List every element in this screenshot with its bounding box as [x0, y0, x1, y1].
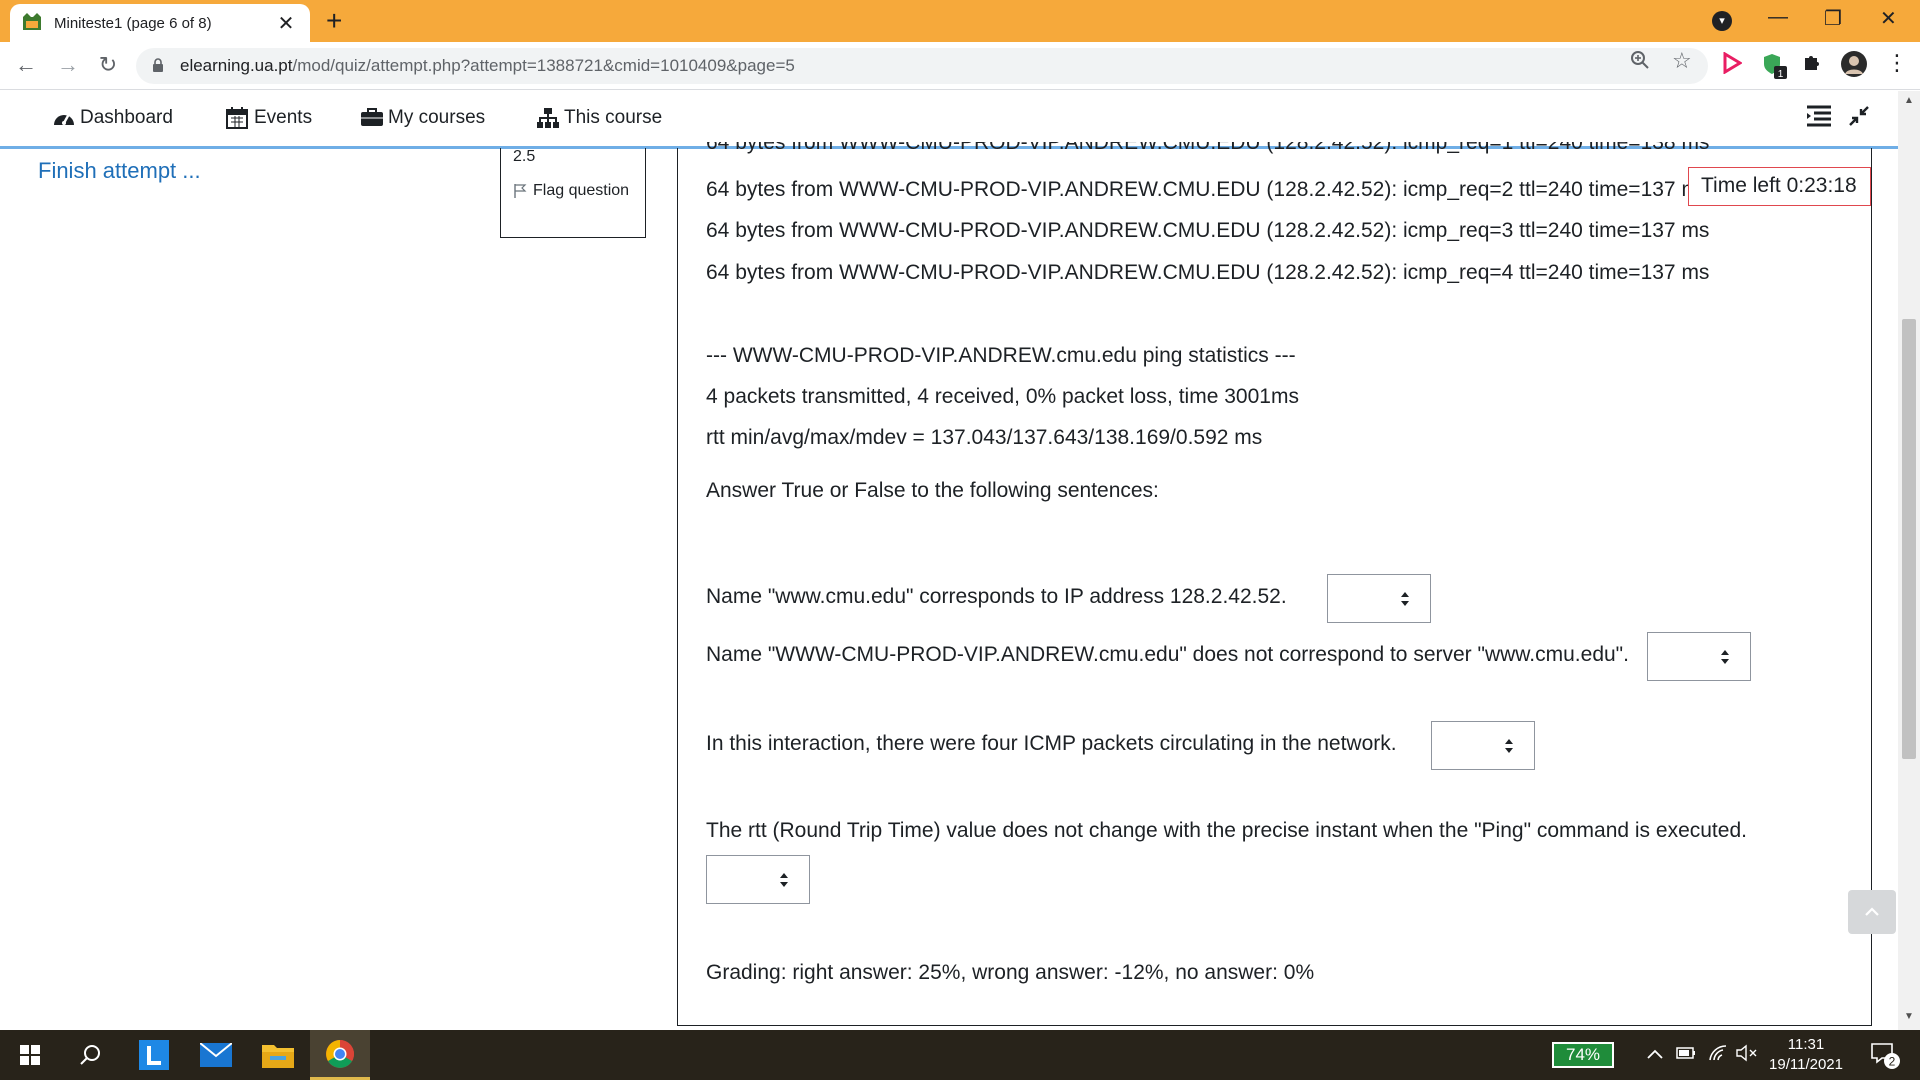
search-icon[interactable] — [60, 1030, 120, 1080]
tray-chevron-up-icon[interactable] — [1646, 1044, 1664, 1065]
windows-taskbar: 74% 11:31 19/11/2021 2 — [0, 1030, 1920, 1080]
wifi-icon[interactable] — [1708, 1044, 1728, 1067]
statement-4: The rtt (Round Trip Time) value does not… — [706, 819, 1747, 842]
ping-line: 64 bytes from WWW-CMU-PROD-VIP.ANDREW.CM… — [706, 261, 1710, 284]
flag-question-button[interactable]: Flag question — [513, 180, 633, 202]
browser-toolbar: ← → ↻ elearning.ua.pt/mod/quiz/attempt.p… — [0, 42, 1920, 90]
scrollbar-thumb[interactable] — [1902, 319, 1916, 759]
play-extension-icon[interactable] — [1722, 51, 1743, 79]
flag-question-label: Flag question — [533, 182, 630, 199]
url-path: /mod/quiz/attempt.php?attempt=1388721&cm… — [292, 56, 795, 75]
zoom-icon[interactable] — [1630, 50, 1650, 76]
file-explorer-icon[interactable] — [248, 1030, 308, 1080]
briefcase-icon — [360, 107, 384, 129]
ping-stats-rtt: rtt min/avg/max/mdev = 137.043/137.643/1… — [706, 426, 1263, 449]
question-info-box: 2.5 Flag question — [500, 148, 646, 238]
answer-select-2[interactable] — [1647, 632, 1751, 681]
scroll-down-icon[interactable]: ▼ — [1904, 1011, 1914, 1022]
nav-events[interactable]: Events — [226, 107, 312, 129]
profile-avatar[interactable] — [1840, 50, 1868, 83]
volume-muted-icon[interactable] — [1736, 1044, 1758, 1067]
close-window-icon[interactable]: ✕ — [1880, 6, 1897, 31]
ping-stats-packets: 4 packets transmitted, 4 received, 0% pa… — [706, 385, 1299, 408]
nav-my-courses[interactable]: My courses — [360, 107, 485, 129]
moodle-navbar: Dashboard Events My courses This course — [0, 91, 1898, 149]
ping-line: 64 bytes from WWW-CMU-PROD-VIP.ANDREW.CM… — [706, 219, 1710, 242]
tachometer-icon — [52, 107, 76, 129]
nav-events-label: Events — [254, 107, 313, 128]
chrome-taskbar-icon[interactable] — [310, 1030, 370, 1080]
back-to-top-button[interactable] — [1848, 890, 1896, 934]
ping-line-clipped: 64 bytes from WWW-CMU-PROD-VIP.ANDREW.CM… — [706, 142, 1710, 154]
ping-line: 64 bytes from WWW-CMU-PROD-VIP.ANDREW.CM… — [706, 178, 1710, 201]
back-icon[interactable]: ← — [12, 52, 40, 78]
chevron-up-icon — [1865, 907, 1879, 916]
tab-search-icon[interactable]: ▾ — [1712, 11, 1732, 31]
browser-tab-strip: Miniteste1 (page 6 of 8) ✕ + ▾ — ❐ ✕ — [0, 0, 1920, 42]
clock-date: 19/11/2021 — [1769, 1056, 1843, 1073]
clock-time: 11:31 — [1787, 1036, 1825, 1053]
restore-icon[interactable]: ❐ — [1824, 6, 1842, 31]
quiz-timer: Time left 0:23:18 — [1688, 167, 1871, 206]
url-host: elearning.ua.pt — [180, 56, 293, 75]
browser-menu-icon[interactable]: ⋮ — [1886, 50, 1908, 76]
statement-1: Name "www.cmu.edu" corresponds to IP add… — [706, 585, 1287, 608]
nav-this-course-label: This course — [564, 107, 663, 128]
battery-tray-icon[interactable] — [1676, 1044, 1696, 1065]
nav-dashboard-label: Dashboard — [80, 107, 173, 128]
extensions-puzzle-icon[interactable] — [1802, 52, 1822, 77]
sitemap-icon — [536, 107, 560, 129]
lock-icon — [152, 58, 166, 74]
select-arrows-icon — [1401, 592, 1409, 606]
finish-attempt-link[interactable]: Finish attempt ... — [38, 158, 201, 184]
grading-info: Grading: right answer: 25%, wrong answer… — [706, 961, 1315, 984]
select-arrows-icon — [1505, 739, 1513, 753]
drawer-toggle-icon[interactable] — [1806, 105, 1832, 132]
extension-badge: 1 — [1778, 69, 1784, 80]
system-clock[interactable]: 11:31 19/11/2021 — [1766, 1035, 1846, 1075]
reload-icon[interactable]: ↻ — [94, 52, 122, 78]
bookmark-star-icon[interactable]: ☆ — [1672, 48, 1692, 74]
moodle-favicon-icon — [22, 13, 42, 33]
forward-icon[interactable]: → — [54, 52, 82, 78]
answer-select-4[interactable] — [706, 855, 810, 904]
statement-2: Name "WWW-CMU-PROD-VIP.ANDREW.cmu.edu" d… — [706, 643, 1629, 666]
windows-start-icon[interactable] — [0, 1030, 60, 1080]
question-instruction: Answer True or False to the following se… — [706, 479, 1159, 502]
browser-tab[interactable]: Miniteste1 (page 6 of 8) ✕ — [10, 4, 310, 42]
answer-select-1[interactable] — [1327, 574, 1431, 623]
flag-icon — [514, 184, 527, 198]
nav-my-courses-label: My courses — [388, 107, 486, 128]
statement-3: In this interaction, there were four ICM… — [706, 732, 1397, 755]
question-mark-value: 2.5 — [513, 148, 536, 165]
nav-this-course[interactable]: This course — [536, 107, 662, 129]
ping-stats-header: --- WWW-CMU-PROD-VIP.ANDREW.cmu.edu ping… — [706, 344, 1296, 367]
new-tab-button[interactable]: + — [326, 6, 342, 36]
fullscreen-compress-icon[interactable] — [1848, 105, 1870, 132]
question-content-panel: 64 bytes from WWW-CMU-PROD-VIP.ANDREW.CM… — [677, 142, 1872, 1026]
nav-dashboard[interactable]: Dashboard — [52, 107, 173, 129]
launcher-app-icon[interactable] — [124, 1030, 184, 1080]
tab-title: Miniteste1 (page 6 of 8) — [54, 14, 212, 32]
shield-extension-icon[interactable]: 1 — [1762, 52, 1788, 85]
tab-close-icon[interactable]: ✕ — [274, 11, 298, 36]
page-scrollbar[interactable]: ▲ ▼ — [1898, 91, 1920, 1030]
notification-count: 2 — [1889, 1055, 1896, 1069]
battery-indicator[interactable]: 74% — [1552, 1042, 1614, 1068]
calendar-icon — [226, 107, 250, 129]
minimize-icon[interactable]: — — [1768, 6, 1788, 29]
select-arrows-icon — [780, 873, 788, 887]
answer-select-3[interactable] — [1431, 721, 1535, 770]
notification-center-icon[interactable]: 2 — [1870, 1042, 1900, 1075]
select-arrows-icon — [1721, 650, 1729, 664]
mail-icon[interactable] — [186, 1030, 246, 1080]
address-bar[interactable]: elearning.ua.pt/mod/quiz/attempt.php?att… — [136, 48, 1708, 84]
scroll-up-icon[interactable]: ▲ — [1904, 95, 1914, 106]
